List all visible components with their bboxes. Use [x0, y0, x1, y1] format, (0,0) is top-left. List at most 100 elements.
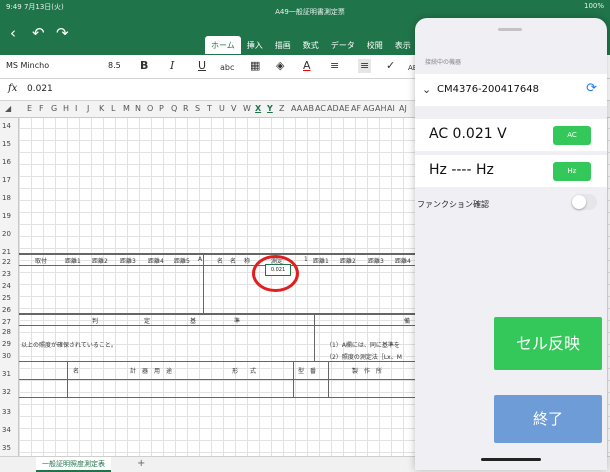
- font-name-select[interactable]: MS Mincho: [6, 61, 49, 70]
- column-header-cell[interactable]: V: [231, 104, 236, 113]
- column-header-cell[interactable]: N: [135, 104, 141, 113]
- sheet-tab[interactable]: 一般証明照度測定表: [36, 457, 111, 472]
- refresh-icon[interactable]: ⟳: [586, 81, 597, 96]
- column-header-cell[interactable]: S: [195, 104, 200, 113]
- column-header-cell[interactable]: AG: [363, 104, 375, 113]
- row-number[interactable]: 15: [2, 140, 11, 148]
- wrap-text-icon[interactable]: ≡: [358, 59, 372, 73]
- row-number[interactable]: 35: [2, 444, 11, 452]
- underline-button[interactable]: U: [198, 59, 206, 73]
- row-number[interactable]: 24: [2, 282, 11, 290]
- column-header-cell[interactable]: AJ: [399, 104, 407, 113]
- connected-device-caption: 接続中の機器: [425, 59, 462, 66]
- column-header-cell[interactable]: Q: [171, 104, 177, 113]
- column-header-cell[interactable]: F: [39, 104, 44, 113]
- row-number[interactable]: 26: [2, 306, 11, 314]
- drag-handle[interactable]: [498, 28, 522, 31]
- column-header-cell[interactable]: W: [243, 104, 251, 113]
- ac-button[interactable]: AC: [553, 126, 591, 145]
- column-header-cell[interactable]: X: [255, 104, 261, 113]
- column-header-cell[interactable]: G: [51, 104, 57, 113]
- strikethrough-button[interactable]: abc: [220, 61, 234, 75]
- function-check-toggle[interactable]: [571, 194, 597, 210]
- row-number[interactable]: 20: [2, 230, 11, 238]
- column-header-cell[interactable]: J: [87, 104, 89, 113]
- column-header-cell[interactable]: I: [75, 104, 77, 113]
- row-number[interactable]: 23: [2, 270, 11, 278]
- formula-input[interactable]: 0.021: [27, 84, 53, 94]
- font-size-select[interactable]: 8.5: [108, 61, 121, 70]
- function-check-row: ファンクション確認: [415, 188, 607, 220]
- criteria-heading: 判: [92, 318, 99, 325]
- column-header-cell[interactable]: Y: [267, 104, 273, 113]
- function-icon[interactable]: fx: [8, 83, 17, 94]
- row-number[interactable]: 14: [2, 122, 11, 130]
- column-header-cell[interactable]: Z: [279, 104, 284, 113]
- column-header-cell[interactable]: AH: [375, 104, 387, 113]
- column-header-cell[interactable]: K: [99, 104, 104, 113]
- table-divider: [293, 361, 294, 397]
- tab-data[interactable]: データ: [325, 36, 361, 54]
- column-header-cell[interactable]: O: [147, 104, 153, 113]
- column-header-cell[interactable]: T: [207, 104, 212, 113]
- end-button[interactable]: 終了: [494, 395, 602, 443]
- device-selector[interactable]: ⌄ CM4376-200417648 ⟳: [415, 74, 607, 106]
- hz-button[interactable]: Hz: [553, 162, 591, 181]
- row-number[interactable]: 30: [2, 352, 11, 360]
- column-header-cell[interactable]: AF: [351, 104, 361, 113]
- column-header-cell[interactable]: E: [27, 104, 32, 113]
- column-header-cell[interactable]: AA: [291, 104, 302, 113]
- fill-color-icon[interactable]: ◈: [276, 59, 284, 73]
- row-number[interactable]: 16: [2, 158, 11, 166]
- row-number[interactable]: 31: [2, 370, 11, 378]
- tab-formulas[interactable]: 数式: [297, 36, 325, 54]
- function-check-label: ファンクション確認: [417, 200, 489, 209]
- tab-home[interactable]: ホーム: [205, 36, 241, 54]
- column-header-cell[interactable]: AC: [315, 104, 326, 113]
- column-header-cell[interactable]: H: [63, 104, 69, 113]
- row-number[interactable]: 28: [2, 328, 11, 336]
- row-number[interactable]: 32: [2, 388, 11, 396]
- column-header-cell[interactable]: AD: [327, 104, 339, 113]
- column-header-cell[interactable]: R: [183, 104, 189, 113]
- align-icon[interactable]: ≡: [330, 59, 339, 73]
- undo-icon[interactable]: ↶: [32, 24, 45, 42]
- bold-button[interactable]: B: [140, 59, 148, 73]
- row-number[interactable]: 18: [2, 194, 11, 202]
- row-number[interactable]: 29: [2, 340, 11, 348]
- row-number[interactable]: 33: [2, 408, 11, 416]
- font-color-icon[interactable]: A: [303, 59, 311, 73]
- add-sheet-button[interactable]: +: [137, 458, 145, 469]
- row-number[interactable]: 22: [2, 258, 11, 266]
- column-header-cell[interactable]: P: [159, 104, 164, 113]
- header-cell: 称: [244, 258, 251, 265]
- reflect-to-cell-button[interactable]: セル反映: [494, 317, 602, 370]
- tab-review[interactable]: 校閲: [361, 36, 389, 54]
- clear-format-icon[interactable]: ✓: [386, 59, 395, 73]
- tab-insert[interactable]: 挿入: [241, 36, 269, 54]
- tab-view[interactable]: 表示: [389, 36, 417, 54]
- redo-icon[interactable]: ↷: [56, 24, 69, 42]
- borders-icon[interactable]: ▦: [250, 59, 260, 73]
- row-number[interactable]: 34: [2, 426, 11, 434]
- column-header-cell[interactable]: AB: [303, 104, 314, 113]
- column-header-cell[interactable]: M: [123, 104, 130, 113]
- row-number[interactable]: 27: [2, 318, 11, 326]
- device-name: CM4376-200417648: [437, 84, 539, 95]
- ribbon-tabs: ホーム 挿入 描画 数式 データ 校閲 表示: [205, 36, 417, 54]
- row-number[interactable]: 17: [2, 176, 11, 184]
- row-number[interactable]: 25: [2, 294, 11, 302]
- column-header-cell[interactable]: U: [219, 104, 225, 113]
- italic-button[interactable]: I: [170, 59, 174, 73]
- tab-draw[interactable]: 描画: [269, 36, 297, 54]
- select-all-icon[interactable]: ◢: [5, 104, 11, 113]
- row-number[interactable]: 21: [2, 248, 11, 256]
- back-icon[interactable]: ‹: [10, 24, 16, 42]
- column-header-cell[interactable]: L: [111, 104, 115, 113]
- row-number[interactable]: 19: [2, 212, 11, 220]
- ac-value: AC 0.021 V: [429, 126, 507, 142]
- column-header-cell[interactable]: AI: [387, 104, 395, 113]
- criteria-heading: 備: [404, 318, 411, 325]
- header-cell: 名: [230, 258, 237, 265]
- column-header-cell[interactable]: AE: [339, 104, 350, 113]
